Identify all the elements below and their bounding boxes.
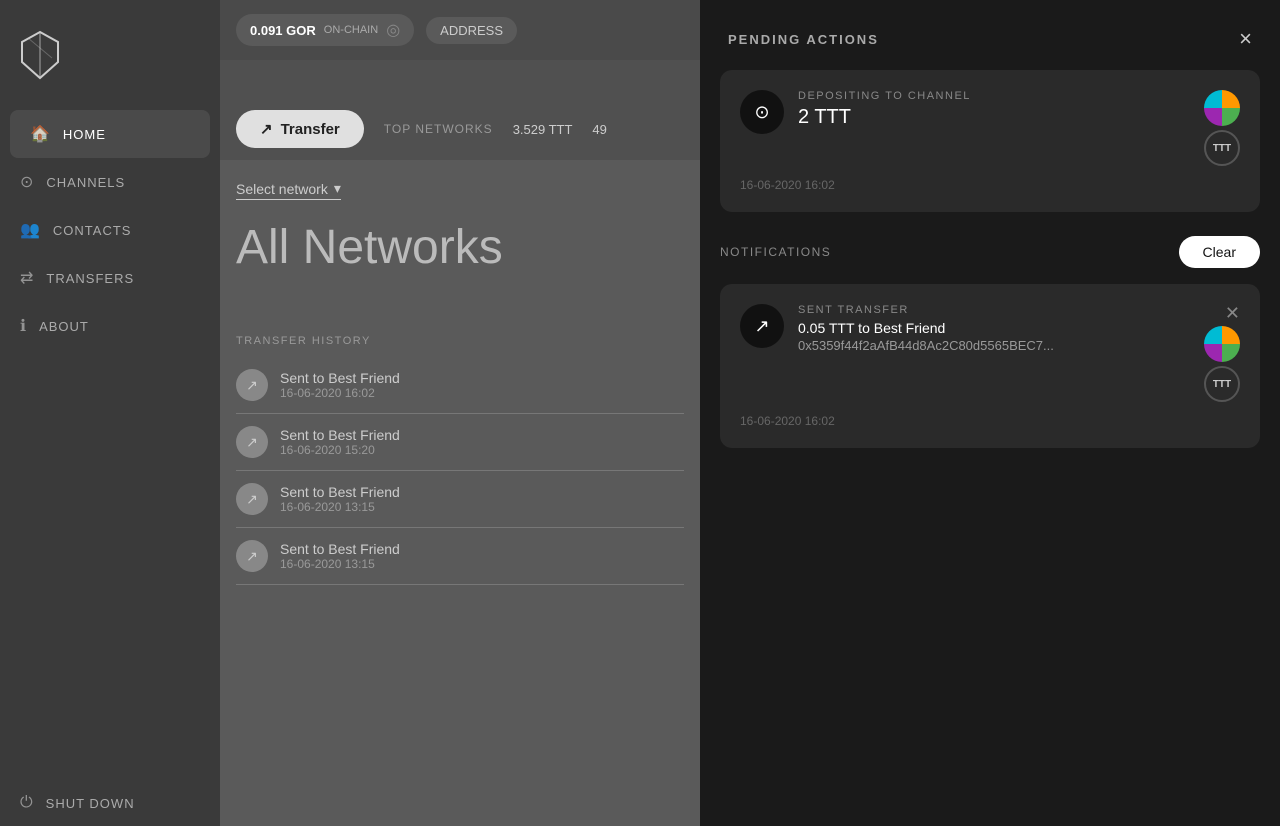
list-item: ↗ Sent to Best Friend 16-06-2020 13:15 xyxy=(236,528,684,585)
transfer-history-label: TRANSFER HISTORY xyxy=(236,335,684,347)
network-count: 49 xyxy=(592,122,606,137)
network-token-mosaic xyxy=(1204,90,1240,126)
sidebar-item-shutdown[interactable]: ⏻ SHUT DOWN xyxy=(0,780,220,826)
sent-transfer-icon: ↗ xyxy=(740,304,784,348)
sent-transfer-timestamp: 16-06-2020 16:02 xyxy=(740,414,1240,428)
topbar: 0.091 GOR ON-CHAIN ◎ ADDRESS xyxy=(220,0,700,60)
sidebar-label-home: HOME xyxy=(63,127,106,142)
sidebar-label-channels: CHANNELS xyxy=(46,175,125,190)
history-item-date: 16-06-2020 15:20 xyxy=(280,443,400,457)
sidebar-item-channels[interactable]: ⊙ CHANNELS xyxy=(0,158,220,206)
sidebar-item-contacts[interactable]: 👥 CONTACTS xyxy=(0,206,220,254)
transfer-area: ↗ Transfer TOP NETWORKS 3.529 TTT 49 xyxy=(220,110,700,148)
deposit-card: ⊙ DEPOSITING TO CHANNEL 2 TTT TTT 16-06-… xyxy=(720,70,1260,212)
history-item-name: Sent to Best Friend xyxy=(280,541,400,557)
network-selector[interactable]: Select network ▾ xyxy=(236,180,341,200)
deposit-amount: 2 TTT xyxy=(798,106,971,129)
sidebar-label-contacts: CONTACTS xyxy=(53,223,132,238)
sidebar-item-transfers[interactable]: ⇄ TRANSFERS xyxy=(0,254,220,302)
sidebar-label-about: ABOUT xyxy=(39,319,89,334)
home-icon: 🏠 xyxy=(30,124,51,144)
history-item-name: Sent to Best Friend xyxy=(280,427,400,443)
history-item-date: 16-06-2020 13:15 xyxy=(280,500,400,514)
transfer-arrow-icon: ↗ xyxy=(236,483,268,515)
transfer-button[interactable]: ↗ Transfer xyxy=(236,110,364,148)
history-item-date: 16-06-2020 13:15 xyxy=(280,557,400,571)
sent-transfer-card: ↗ SENT TRANSFER 0.05 TTT to Best Friend … xyxy=(720,284,1260,448)
sidebar: 🏠 HOME ⊙ CHANNELS 👥 CONTACTS ⇄ TRANSFERS… xyxy=(0,0,220,826)
transfer-arrow-icon: ↗ xyxy=(236,426,268,458)
history-item-name: Sent to Best Friend xyxy=(280,484,400,500)
channels-icon: ⊙ xyxy=(20,172,34,192)
main-content: Select network ▾ All Networks TRANSFER H… xyxy=(220,160,700,826)
ttt-amount: 3.529 TTT xyxy=(513,122,573,137)
notifications-bar: NOTIFICATIONS Clear xyxy=(700,228,1280,284)
sent-transfer-label: SENT TRANSFER xyxy=(798,304,1054,316)
sidebar-label-transfers: TRANSFERS xyxy=(46,271,134,286)
deposit-icon: ⊙ xyxy=(740,90,784,134)
chevron-down-icon: ▾ xyxy=(334,180,341,197)
transfers-icon: ⇄ xyxy=(20,268,34,288)
top-networks-label: TOP NETWORKS xyxy=(384,122,493,136)
sidebar-bottom: ⏻ SHUT DOWN xyxy=(0,780,220,826)
network-selector-label: Select network xyxy=(236,181,328,197)
transfer-arrow-icon: ↗ xyxy=(260,120,273,138)
sidebar-label-shutdown: SHUT DOWN xyxy=(46,796,135,811)
list-item: ↗ Sent to Best Friend 16-06-2020 16:02 xyxy=(236,357,684,414)
all-networks-title: All Networks xyxy=(236,220,684,275)
close-panel-button[interactable]: × xyxy=(1239,28,1252,50)
ttt-token-avatar: TTT xyxy=(1204,130,1240,166)
sidebar-item-about[interactable]: ℹ ABOUT xyxy=(0,302,220,350)
sidebar-item-home[interactable]: 🏠 HOME xyxy=(10,110,210,158)
list-item: ↗ Sent to Best Friend 16-06-2020 15:20 xyxy=(236,414,684,471)
address-chip[interactable]: ADDRESS xyxy=(426,17,517,44)
dismiss-sent-transfer-button[interactable]: ✕ xyxy=(1225,304,1240,322)
history-item-date: 16-06-2020 16:02 xyxy=(280,386,400,400)
history-item-name: Sent to Best Friend xyxy=(280,370,400,386)
panel-header: PENDING ACTIONS × xyxy=(700,0,1280,70)
about-icon: ℹ xyxy=(20,316,27,336)
sent-transfer-amount: 0.05 TTT to Best Friend xyxy=(798,320,1054,336)
sent-ttt-token-avatar: TTT xyxy=(1204,366,1240,402)
pending-actions-panel: PENDING ACTIONS × ⊙ DEPOSITING TO CHANNE… xyxy=(700,0,1280,826)
app-logo xyxy=(20,30,60,80)
panel-title: PENDING ACTIONS xyxy=(728,32,879,47)
sent-transfer-address: 0x5359f44f2aAfB44d8Ac2C80d5565BEC7... xyxy=(798,338,1054,353)
spinner-icon: ◎ xyxy=(386,20,400,40)
shutdown-icon: ⏻ xyxy=(20,794,34,812)
list-item: ↗ Sent to Best Friend 16-06-2020 13:15 xyxy=(236,471,684,528)
notifications-label: NOTIFICATIONS xyxy=(720,245,831,259)
clear-notifications-button[interactable]: Clear xyxy=(1179,236,1260,268)
deposit-timestamp: 16-06-2020 16:02 xyxy=(740,178,1240,192)
balance-value: 0.091 GOR xyxy=(250,23,316,38)
transfer-arrow-icon: ↗ xyxy=(236,369,268,401)
balance-chip: 0.091 GOR ON-CHAIN ◎ xyxy=(236,14,414,46)
sent-network-token-mosaic xyxy=(1204,326,1240,362)
contacts-icon: 👥 xyxy=(20,220,41,240)
transfer-arrow-icon: ↗ xyxy=(236,540,268,572)
chain-label: ON-CHAIN xyxy=(324,24,378,36)
deposit-label: DEPOSITING TO CHANNEL xyxy=(798,90,971,102)
